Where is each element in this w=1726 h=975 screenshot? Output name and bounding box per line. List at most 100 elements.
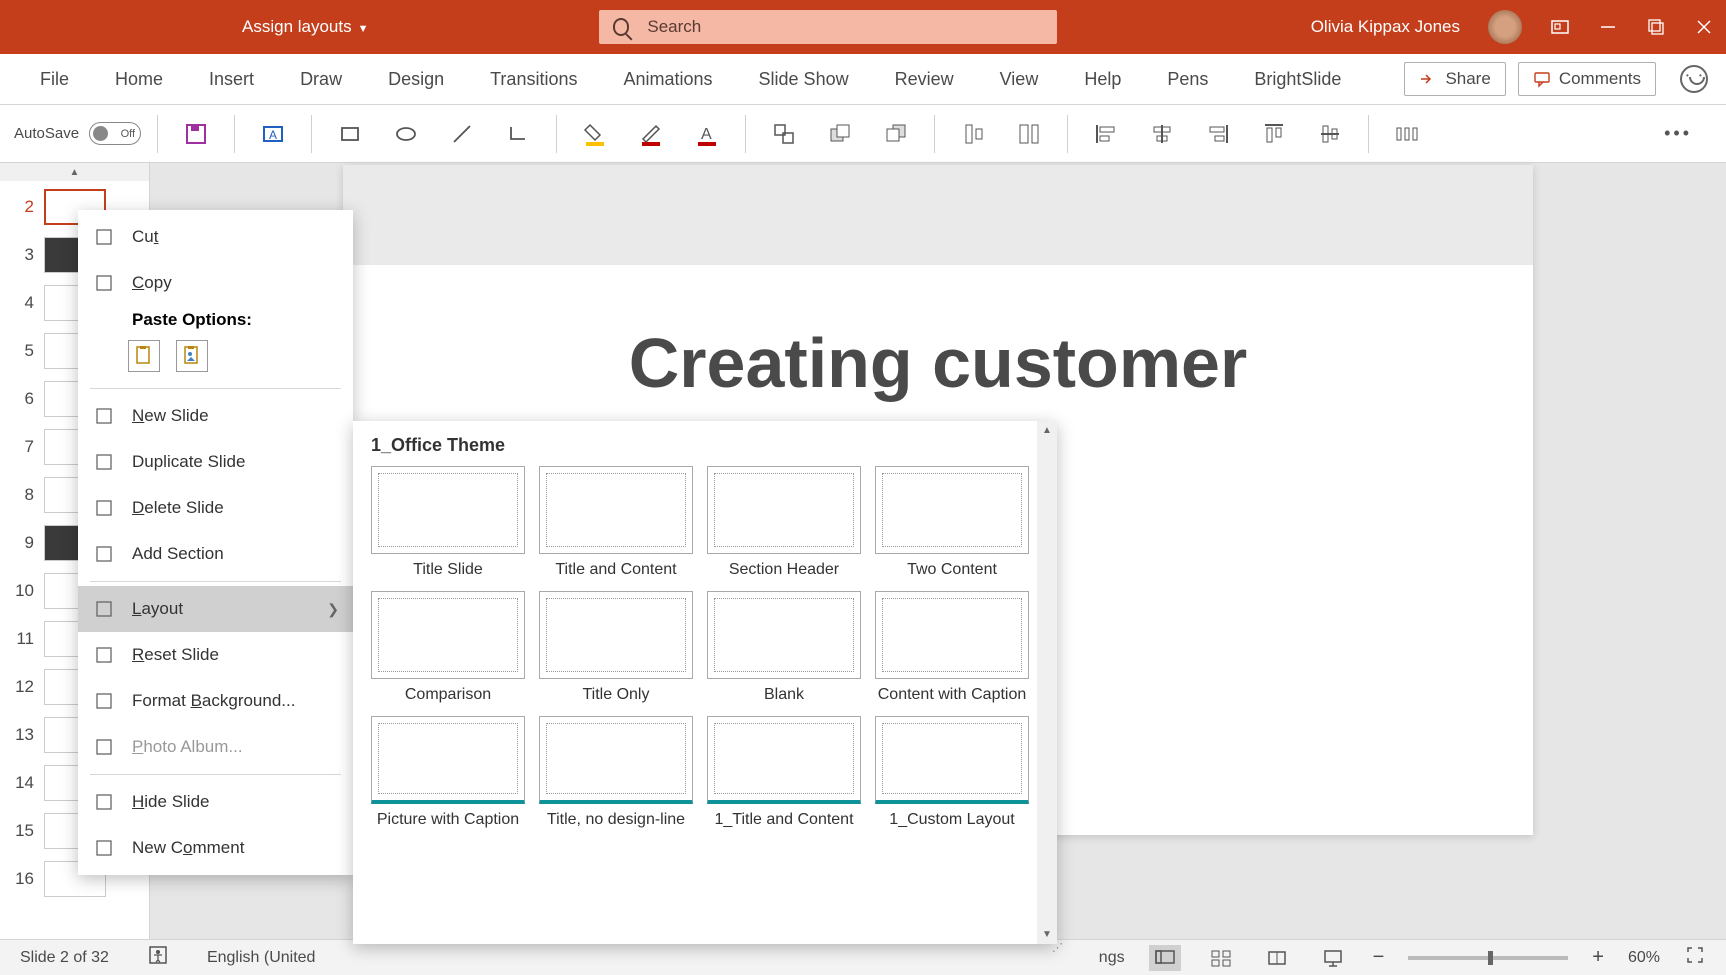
bring-forward-icon[interactable]	[818, 115, 862, 153]
textbox-icon[interactable]: A	[251, 115, 295, 153]
sorter-view-icon[interactable]	[1205, 945, 1237, 971]
layout-option-title-and-content[interactable]: Title and Content	[535, 466, 697, 581]
layout-thumb	[539, 716, 693, 804]
minimize-icon[interactable]	[1598, 17, 1618, 37]
close-icon[interactable]	[1694, 17, 1714, 37]
line-icon[interactable]	[440, 115, 484, 153]
align-center-icon[interactable]	[1140, 115, 1184, 153]
align-top-icon[interactable]	[1252, 115, 1296, 153]
layout-option-title-only[interactable]: Title Only	[535, 591, 697, 706]
maximize-icon[interactable]	[1646, 17, 1666, 37]
tab-insert[interactable]: Insert	[187, 54, 276, 104]
scroll-up-icon[interactable]: ▲	[1042, 425, 1052, 436]
layout-option-blank[interactable]: Blank	[703, 591, 865, 706]
layout-option-comparison[interactable]: Comparison	[367, 591, 529, 706]
menu-add-section[interactable]: Add Section	[78, 531, 353, 577]
tab-view[interactable]: View	[978, 54, 1061, 104]
layout-option-title-no-design-line[interactable]: Title, no design-line	[535, 716, 697, 831]
reading-view-icon[interactable]	[1261, 945, 1293, 971]
group-icon[interactable]	[762, 115, 806, 153]
paste-picture-icon[interactable]	[176, 340, 208, 372]
menu-reset-slide[interactable]: Reset Slide	[78, 632, 353, 678]
assign-layouts-dropdown[interactable]: Assign layouts▼	[242, 17, 369, 37]
normal-view-icon[interactable]	[1149, 945, 1181, 971]
tab-brightslide[interactable]: BrightSlide	[1232, 54, 1363, 104]
layout-option-title-slide[interactable]: Title Slide	[367, 466, 529, 581]
delete-icon	[92, 496, 116, 520]
chevron-down-icon: ▼	[358, 23, 369, 35]
comment-icon	[1533, 70, 1551, 88]
menu-new-slide[interactable]: New Slide	[78, 393, 353, 439]
fill-color-icon[interactable]	[573, 115, 617, 153]
align-right-icon[interactable]	[1196, 115, 1240, 153]
align-icon-1[interactable]	[951, 115, 995, 153]
tab-file[interactable]: File	[18, 54, 91, 104]
accessibility-icon[interactable]	[147, 944, 169, 971]
menu-layout[interactable]: Layout❯	[78, 586, 353, 632]
zoom-out-button[interactable]: −	[1373, 946, 1385, 969]
menu-duplicate-slide[interactable]: Duplicate Slide	[78, 439, 353, 485]
oval-icon[interactable]	[384, 115, 428, 153]
autosave-toggle[interactable]: AutoSave Off	[14, 122, 141, 145]
tab-slideshow[interactable]: Slide Show	[737, 54, 871, 104]
align-icon-2[interactable]	[1007, 115, 1051, 153]
language-label[interactable]: English (United	[207, 949, 316, 967]
slideshow-view-icon[interactable]	[1317, 945, 1349, 971]
tab-design[interactable]: Design	[366, 54, 466, 104]
elbow-icon[interactable]	[496, 115, 540, 153]
menu-format-background-[interactable]: Format Background...	[78, 678, 353, 724]
layout-option-section-header[interactable]: Section Header	[703, 466, 865, 581]
zoom-in-button[interactable]: +	[1592, 946, 1604, 969]
tab-animations[interactable]: Animations	[601, 54, 734, 104]
tab-transitions[interactable]: Transitions	[468, 54, 599, 104]
layout-option-content-with-caption[interactable]: Content with Caption	[871, 591, 1033, 706]
paste-use-destination-icon[interactable]	[128, 340, 160, 372]
notes-label-partial[interactable]: ngs	[1099, 949, 1125, 967]
zoom-slider[interactable]	[1408, 956, 1568, 960]
menu-hide-slide[interactable]: Hide Slide	[78, 779, 353, 825]
avatar[interactable]	[1488, 10, 1522, 44]
slide-counter[interactable]: Slide 2 of 32	[20, 949, 109, 967]
fit-to-window-icon[interactable]	[1684, 944, 1706, 971]
layout-option-1-custom-layout[interactable]: 1_Custom Layout	[871, 716, 1033, 831]
menu-delete-slide[interactable]: Delete Slide	[78, 485, 353, 531]
menu-new-comment[interactable]: New Comment	[78, 825, 353, 871]
tab-pens[interactable]: Pens	[1145, 54, 1230, 104]
tab-help[interactable]: Help	[1062, 54, 1143, 104]
search-box[interactable]	[599, 10, 1057, 44]
toolbar-overflow[interactable]: •••	[1664, 123, 1692, 144]
tab-draw[interactable]: Draw	[278, 54, 364, 104]
scroll-down-icon[interactable]: ▼	[1042, 929, 1052, 940]
feedback-icon[interactable]	[1680, 65, 1708, 93]
toggle-off[interactable]: Off	[89, 122, 141, 145]
ribbon-display-icon[interactable]	[1550, 17, 1570, 37]
share-button[interactable]: Share	[1404, 62, 1505, 96]
save-icon[interactable]	[174, 115, 218, 153]
zoom-level[interactable]: 60%	[1628, 949, 1660, 967]
font-color-icon[interactable]: A	[685, 115, 729, 153]
flyout-scrollbar[interactable]: ▲▼	[1037, 421, 1057, 944]
hide-icon	[92, 790, 116, 814]
svg-text:A: A	[269, 128, 277, 142]
menu-copy[interactable]: Copy	[78, 260, 353, 306]
send-backward-icon[interactable]	[874, 115, 918, 153]
comments-button[interactable]: Comments	[1518, 62, 1656, 96]
align-left-icon[interactable]	[1084, 115, 1128, 153]
tab-review[interactable]: Review	[873, 54, 976, 104]
menu-cut[interactable]: Cut	[78, 214, 353, 260]
align-middle-icon[interactable]	[1308, 115, 1352, 153]
layout-option-two-content[interactable]: Two Content	[871, 466, 1033, 581]
thumb-number: 9	[14, 533, 34, 553]
rectangle-icon[interactable]	[328, 115, 372, 153]
format-bg-icon	[92, 689, 116, 713]
outline-color-icon[interactable]	[629, 115, 673, 153]
layout-option-1-title-and-content[interactable]: 1_Title and Content	[703, 716, 865, 831]
scroll-up-icon[interactable]: ▲	[0, 163, 149, 181]
chevron-right-icon: ❯	[327, 601, 339, 618]
resize-handle-icon[interactable]: ⋰	[1052, 941, 1063, 954]
tab-home[interactable]: Home	[93, 54, 185, 104]
distribute-h-icon[interactable]	[1385, 115, 1429, 153]
layout-thumb	[371, 466, 525, 554]
layout-option-picture-with-caption[interactable]: Picture with Caption	[367, 716, 529, 831]
search-input[interactable]	[647, 17, 1042, 37]
